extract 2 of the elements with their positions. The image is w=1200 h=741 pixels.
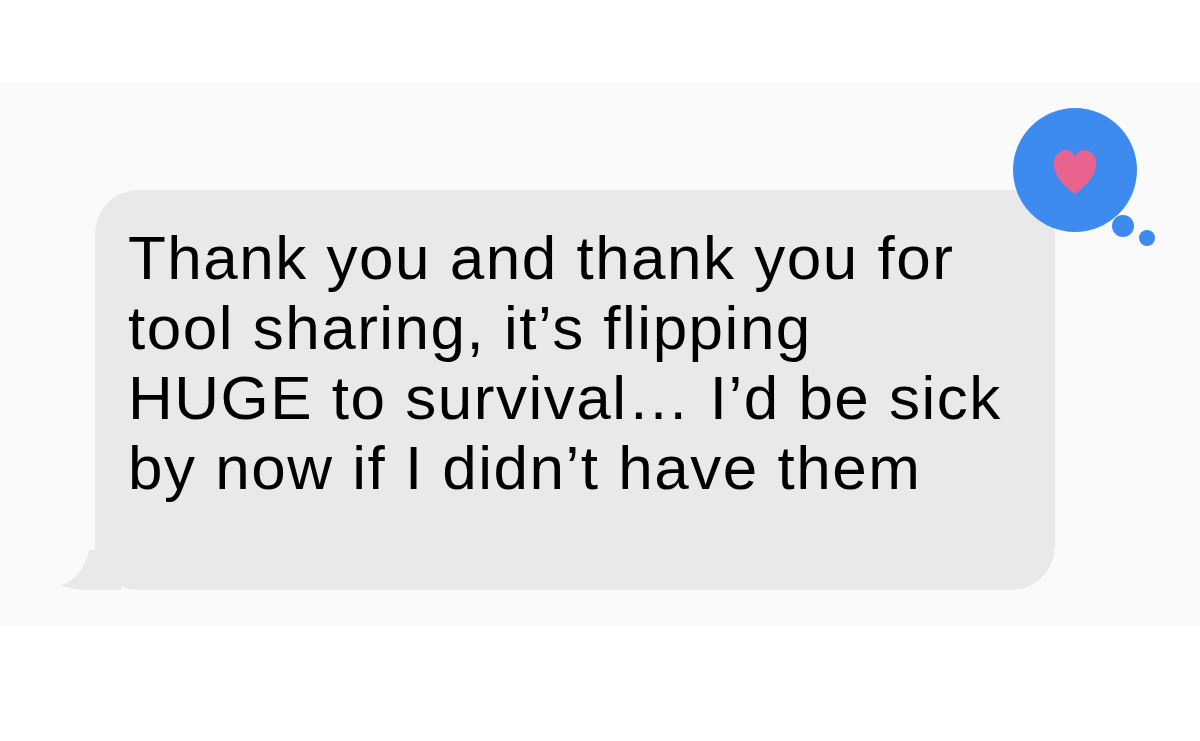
message-text: Thank you and thank you for tool sharing, it’s flipping HUGE to survival… I’d be sick by now if I didn’t have them	[128, 223, 1003, 503]
heart-reaction-icon[interactable]	[1013, 108, 1155, 246]
